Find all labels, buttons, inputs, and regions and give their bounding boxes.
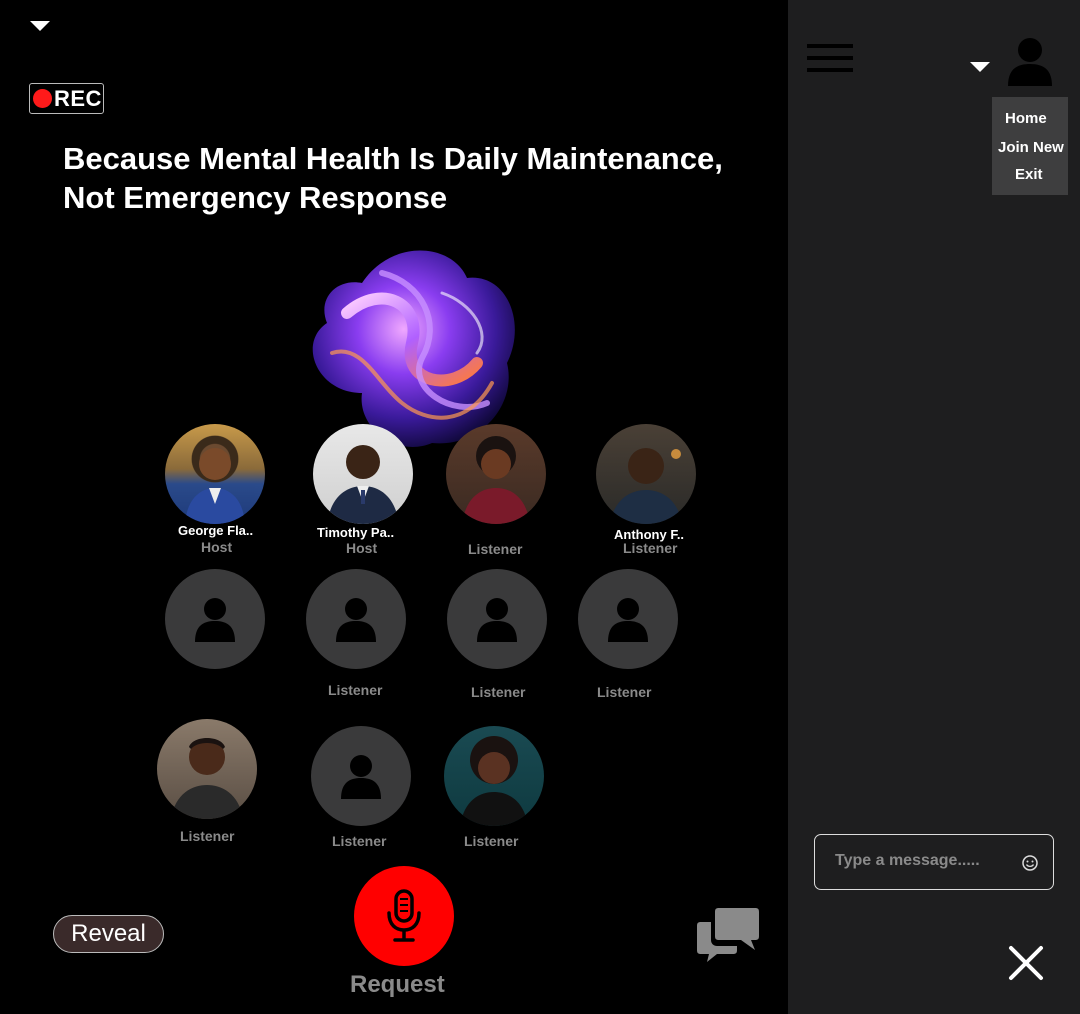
participant-name: Timothy Pa.. [317,525,395,540]
microphone-icon [387,889,421,942]
user-placeholder-icon [608,598,648,642]
request-label: Request [350,971,445,998]
participant-avatar[interactable] [165,424,265,524]
menu-item-join-new[interactable]: Join New [998,139,1064,156]
reveal-button[interactable]: Reveal [53,915,164,953]
message-input[interactable] [835,850,1015,872]
account-dropdown-menu: Home Join New Exit [992,97,1068,195]
record-label: REC [54,85,102,111]
user-placeholder-icon [477,598,517,642]
hamburger-menu-icon[interactable] [807,44,853,76]
participant-role: Listener [332,833,387,849]
empty-seat-avatar[interactable] [165,569,265,669]
participant-role: Listener [180,828,235,844]
participant-role: Listener [623,540,678,556]
participant-name: George Fla.. [178,523,254,538]
collapse-caret-icon[interactable] [30,21,50,31]
request-mic-button[interactable] [354,866,454,966]
room-artwork [312,250,515,447]
participant-role: Listener [471,684,526,700]
participant-role: Listener [328,682,383,698]
user-placeholder-icon [336,598,376,642]
user-placeholder-icon [195,598,235,642]
close-icon[interactable] [1008,945,1044,981]
message-box [814,834,1054,890]
chat-bubbles-icon[interactable] [697,906,761,964]
record-dot-icon [33,89,52,108]
user-profile-icon[interactable] [1006,36,1054,86]
account-caret-icon[interactable] [970,62,990,72]
room-title: Because Mental Health Is Daily Maintenan… [63,141,723,215]
menu-item-home[interactable]: Home [1005,110,1047,127]
participant-avatar[interactable] [446,424,546,524]
user-placeholder-icon [341,755,381,799]
empty-seat-avatar[interactable] [447,569,547,669]
participant-role: Host [346,540,378,556]
participant-avatar[interactable] [596,424,696,524]
participant-role: Host [201,539,233,555]
participant-role: Listener [464,833,519,849]
empty-seat-avatar[interactable] [311,726,411,826]
participant-avatar[interactable] [444,726,544,826]
recording-badge: REC [29,83,104,114]
room-panel: REC Because Mental Health Is Daily Maint… [0,0,788,1014]
empty-seat-avatar[interactable] [578,569,678,669]
participant-avatar[interactable] [313,424,413,524]
participant-role: Listener [597,684,652,700]
emoji-icon[interactable] [1021,854,1039,872]
participant-avatar[interactable] [157,719,257,819]
participant-role: Listener [468,541,523,557]
menu-item-exit[interactable]: Exit [1015,166,1043,183]
empty-seat-avatar[interactable] [306,569,406,669]
